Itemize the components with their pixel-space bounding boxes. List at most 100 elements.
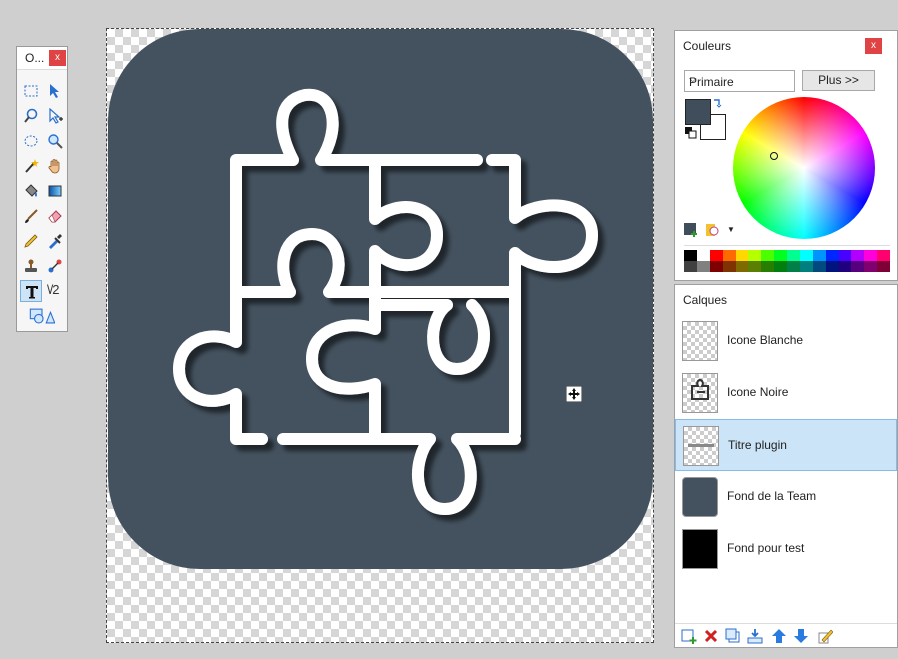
palette-swatch[interactable]: [877, 261, 890, 272]
palette-swatch[interactable]: [799, 250, 813, 261]
palette-swatch[interactable]: [825, 250, 839, 261]
more-button[interactable]: Plus >>: [802, 70, 875, 91]
palette-divider: [684, 245, 890, 246]
palette-swatch[interactable]: [838, 261, 852, 272]
palette-swatch[interactable]: [761, 261, 775, 272]
palette-row-top: [684, 250, 890, 261]
color-wheel[interactable]: [733, 97, 875, 239]
puzzle-artwork: [108, 29, 653, 569]
palette-swatch[interactable]: [684, 261, 697, 272]
palette-swatch[interactable]: [877, 250, 890, 261]
move-selection-tool[interactable]: [44, 80, 66, 102]
color-wheel-marker[interactable]: [770, 152, 778, 160]
layer-item[interactable]: Icone Blanche: [675, 315, 897, 367]
palette-swatch[interactable]: [735, 250, 749, 261]
recolor-tool[interactable]: [44, 255, 66, 277]
palette-swatch[interactable]: [684, 250, 697, 261]
palette-icon[interactable]: [705, 223, 719, 237]
palette-swatch[interactable]: [851, 261, 865, 272]
palette-swatch[interactable]: [864, 261, 878, 272]
palette-swatch[interactable]: [735, 261, 749, 272]
tools-title: O...: [25, 51, 45, 65]
palette-swatch[interactable]: [787, 261, 800, 272]
palette-swatch[interactable]: [799, 261, 813, 272]
text-tool[interactable]: [20, 280, 42, 302]
palette-row-bottom: [684, 261, 890, 272]
palette-swatch[interactable]: [825, 261, 839, 272]
gradient-icon: [48, 185, 62, 197]
colors-close-button[interactable]: x: [865, 38, 882, 54]
add-to-palette-icon[interactable]: [684, 223, 698, 237]
text-icon: [26, 286, 38, 299]
palette-menu-chevron-icon[interactable]: ▼: [727, 225, 735, 234]
pan-tool[interactable]: [44, 155, 66, 177]
clone-stamp-icon: [25, 259, 37, 272]
gradient-tool[interactable]: [44, 180, 66, 202]
pencil-icon: [24, 234, 38, 248]
layer-name: Titre plugin: [728, 438, 787, 452]
layer-item[interactable]: Fond pour test: [675, 523, 897, 575]
delete-layer-icon[interactable]: [703, 628, 719, 644]
shapes-tool[interactable]: [25, 305, 59, 327]
chevron-down-icon: ⌵: [689, 74, 697, 85]
palette-swatch[interactable]: [709, 250, 723, 261]
tools-close-button[interactable]: x: [49, 50, 66, 66]
palette-swatch[interactable]: [722, 250, 736, 261]
palette-swatch[interactable]: [812, 261, 826, 272]
layer-item[interactable]: Icone Noire: [675, 367, 897, 419]
layer-thumbnail: [682, 373, 718, 413]
ellipse-select-tool[interactable]: [20, 130, 42, 152]
palette-swatch[interactable]: [774, 261, 787, 272]
palette-swatch[interactable]: [722, 261, 736, 272]
pencil-tool[interactable]: [20, 230, 42, 252]
zoom-tool[interactable]: [44, 130, 66, 152]
palette-swatch[interactable]: [696, 261, 710, 272]
add-layer-icon[interactable]: [681, 628, 697, 644]
move-selected-tool[interactable]: [44, 105, 66, 127]
palette-swatch[interactable]: [748, 261, 762, 272]
shapes-icon: [29, 308, 55, 324]
tools-titlebar[interactable]: O... x: [17, 47, 67, 70]
rectangle-select-tool[interactable]: [20, 80, 42, 102]
palette-swatch[interactable]: [696, 250, 710, 261]
color-mode-dropdown[interactable]: Primaire ⌵: [684, 70, 795, 92]
move-selection-icon: [50, 84, 59, 98]
colors-panel: Couleurs x Primaire ⌵ Plus >> ▼: [674, 30, 898, 281]
swap-colors-icon[interactable]: [712, 98, 722, 108]
magic-wand-tool[interactable]: [20, 155, 42, 177]
duplicate-layer-icon[interactable]: [725, 628, 741, 644]
layers-panel: Calques Icone Blanche Icone Noire Titre …: [674, 284, 898, 648]
lasso-tool[interactable]: [20, 105, 42, 127]
palette-swatch[interactable]: [864, 250, 878, 261]
palette-swatch[interactable]: [838, 250, 852, 261]
palette-swatch[interactable]: [761, 250, 775, 261]
layer-item-selected[interactable]: Titre plugin: [675, 419, 897, 471]
image-canvas[interactable]: [106, 28, 654, 643]
layer-thumbnail: [682, 477, 718, 517]
move-selected-icon: [49, 108, 63, 124]
move-layer-down-icon[interactable]: [793, 628, 809, 644]
move-layer-up-icon[interactable]: [771, 628, 787, 644]
line-curve-icon: \/2: [47, 282, 60, 297]
palette-swatch[interactable]: [709, 261, 723, 272]
palette-swatch[interactable]: [774, 250, 787, 261]
line-curve-tool[interactable]: \/2: [44, 280, 66, 302]
color-picker-tool[interactable]: [44, 230, 66, 252]
merge-layer-down-icon[interactable]: [747, 628, 763, 644]
move-cursor-icon: [566, 386, 582, 402]
primary-color-swatch[interactable]: [685, 99, 711, 125]
clone-stamp-tool[interactable]: [20, 255, 42, 277]
layer-properties-icon[interactable]: [817, 628, 833, 644]
layer-item[interactable]: Fond de la Team: [675, 471, 897, 523]
ellipse-select-icon: [24, 135, 38, 147]
paint-bucket-tool[interactable]: [20, 180, 42, 202]
eraser-tool[interactable]: [44, 205, 66, 227]
layer-thumbnail: [682, 529, 718, 569]
reset-colors-icon[interactable]: [685, 127, 697, 139]
palette-swatch[interactable]: [748, 250, 762, 261]
paintbrush-tool[interactable]: [20, 205, 42, 227]
palette-swatch[interactable]: [851, 250, 865, 261]
palette-swatch[interactable]: [787, 250, 800, 261]
rectangle-select-icon: [24, 85, 38, 97]
palette-swatch[interactable]: [812, 250, 826, 261]
